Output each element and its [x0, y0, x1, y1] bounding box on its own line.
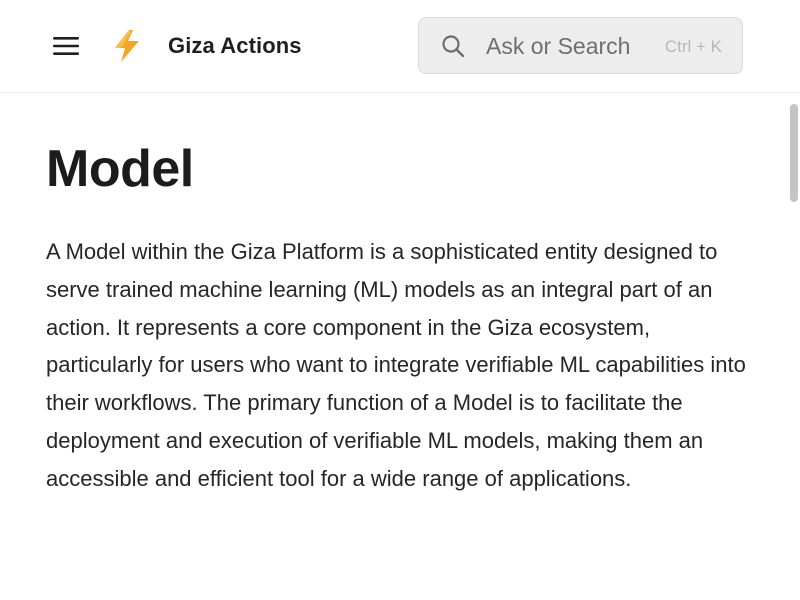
section-heading-partial	[46, 550, 746, 590]
search-placeholder: Ask or Search	[486, 33, 631, 59]
page-title: Model	[46, 140, 194, 198]
intro-paragraph: A Model within the Giza Platform is a so…	[46, 239, 746, 491]
hamburger-menu-icon	[53, 37, 79, 55]
search-icon	[442, 35, 465, 58]
app-title[interactable]: Giza Actions	[168, 31, 302, 61]
logo[interactable]	[110, 28, 144, 64]
keyboard-shortcut-hint: Ctrl + K	[664, 37, 722, 56]
search-box[interactable]: Ask or Search Ctrl + K	[418, 17, 743, 74]
lightning-bolt-icon	[115, 30, 139, 62]
main-content: Model A Model within the Giza Platform i…	[46, 93, 746, 600]
scrollbar-thumb[interactable]	[790, 104, 798, 202]
top-navigation-bar: Giza Actions Ask or Search Ctrl + K	[0, 0, 800, 93]
menu-button[interactable]	[50, 30, 82, 62]
